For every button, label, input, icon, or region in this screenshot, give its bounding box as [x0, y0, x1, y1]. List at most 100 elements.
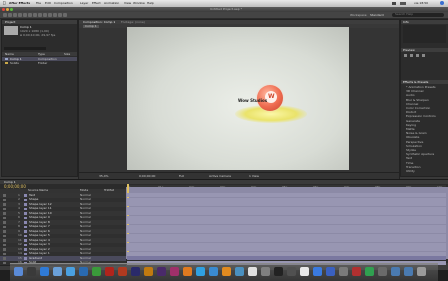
eye-icon[interactable] — [3, 194, 6, 197]
layer-duration-bar[interactable] — [127, 224, 446, 229]
eye-icon[interactable] — [3, 216, 6, 219]
layer-name[interactable]: Shape — [29, 198, 38, 201]
project-tab[interactable]: Project — [5, 20, 15, 24]
photobooth-icon[interactable] — [352, 267, 361, 276]
documents-icon[interactable] — [404, 267, 413, 276]
close-window-icon[interactable] — [2, 8, 5, 11]
firefox-icon[interactable] — [183, 267, 192, 276]
ichat-icon[interactable] — [209, 267, 218, 276]
layer-name[interactable]: Shape layer 1 — [29, 252, 50, 255]
camera-tool-icon[interactable] — [23, 13, 27, 17]
safari-icon[interactable] — [40, 267, 49, 276]
project-item[interactable]: Comp 1 Composition — [2, 57, 77, 61]
eye-icon[interactable] — [3, 234, 6, 237]
dashboard-icon[interactable] — [27, 267, 36, 276]
burn-icon[interactable] — [339, 267, 348, 276]
photoshop-icon[interactable] — [79, 267, 88, 276]
effects-category[interactable]: Text — [406, 157, 412, 160]
layer-mode[interactable]: Normal — [80, 243, 91, 246]
spotlight-icon[interactable] — [440, 1, 444, 5]
textedit-icon[interactable] — [300, 267, 309, 276]
col-source-name[interactable]: Source Name — [28, 189, 48, 192]
layer-duration-bar[interactable] — [127, 206, 446, 211]
eye-icon[interactable] — [3, 252, 6, 255]
eye-icon[interactable] — [3, 225, 6, 228]
zoom-window-icon[interactable] — [10, 8, 13, 11]
illustrator-icon[interactable] — [144, 267, 153, 276]
layer-duration-bar[interactable] — [127, 233, 446, 238]
resolution-select[interactable]: Full — [179, 175, 184, 178]
text-tool-icon[interactable] — [43, 13, 47, 17]
col-mode[interactable]: Mode — [80, 189, 88, 192]
zoom-tool-icon[interactable] — [13, 13, 17, 17]
eye-icon[interactable] — [3, 221, 6, 224]
clock[interactable]: vie 18:50 — [414, 1, 428, 5]
dreamweaver-icon[interactable] — [92, 267, 101, 276]
workspace-select[interactable]: Standard — [370, 13, 384, 17]
layer-duration-bar[interactable] — [127, 242, 446, 247]
flash-icon[interactable] — [118, 267, 127, 276]
app-name[interactable]: After Effects — [9, 1, 30, 5]
effects-category[interactable]: Utility — [406, 170, 415, 173]
activity-monitor-icon[interactable] — [287, 267, 296, 276]
col-type[interactable]: Type — [38, 52, 45, 56]
layer-duration-bar[interactable] — [127, 247, 446, 252]
eye-icon[interactable] — [3, 243, 6, 246]
terminal-icon[interactable] — [274, 267, 283, 276]
col-trkmat[interactable]: TrkMat — [104, 189, 114, 192]
zoom-select[interactable]: 35,4% — [99, 175, 109, 178]
apple-icon[interactable]:  — [3, 1, 5, 5]
effects-category[interactable]: Expression Controls — [406, 115, 436, 118]
skype-icon[interactable] — [196, 267, 205, 276]
trash-icon[interactable] — [417, 267, 426, 276]
finder-icon[interactable] — [14, 267, 23, 276]
timecode-display[interactable]: 0;00;00;00 — [139, 175, 155, 178]
last-frame-icon[interactable] — [416, 54, 419, 57]
app-store-icon[interactable] — [313, 267, 322, 276]
after-effects-icon[interactable] — [131, 267, 140, 276]
layer-duration-bar[interactable] — [127, 197, 446, 202]
system-preferences-icon[interactable] — [261, 267, 270, 276]
eraser-tool-icon[interactable] — [58, 13, 62, 17]
eye-icon[interactable] — [3, 207, 6, 210]
layer-mode[interactable]: Normal — [80, 225, 91, 228]
layer-duration-bar[interactable] — [127, 238, 446, 243]
pan-behind-tool-icon[interactable] — [28, 13, 32, 17]
menu-layer[interactable]: Layer — [80, 1, 88, 5]
layer-duration-bar[interactable] — [127, 193, 446, 198]
eye-icon[interactable] — [3, 248, 6, 251]
layer-mode[interactable]: Normal — [80, 207, 91, 210]
first-frame-icon[interactable] — [404, 54, 407, 57]
view-layout-select[interactable]: 1 View — [249, 175, 259, 178]
effects-category[interactable]: Audio — [406, 94, 415, 97]
mail-icon[interactable] — [53, 267, 62, 276]
layer-name[interactable]: Shape layer 7 — [29, 225, 50, 228]
layer-mode[interactable]: Normal — [80, 252, 91, 255]
brush-tool-icon[interactable] — [48, 13, 52, 17]
selection-tool-icon[interactable] — [3, 13, 7, 17]
calendar-icon[interactable] — [248, 267, 257, 276]
menu-view[interactable]: View — [124, 1, 131, 5]
pen-tool-icon[interactable] — [38, 13, 42, 17]
itunes-icon[interactable] — [66, 267, 75, 276]
layer-duration-bar[interactable] — [127, 215, 446, 220]
layer-mode[interactable]: Normal — [80, 234, 91, 237]
layer-duration-bar[interactable] — [127, 211, 446, 216]
effects-category[interactable]: Obsolete — [406, 136, 419, 139]
menu-edit[interactable]: Edit — [45, 1, 51, 5]
eye-icon[interactable] — [3, 212, 6, 215]
hand-tool-icon[interactable] — [8, 13, 12, 17]
col-name[interactable]: Name — [5, 52, 14, 56]
menu-file[interactable]: File — [36, 1, 41, 5]
info-tab[interactable]: Info — [403, 20, 409, 24]
comp-nav-button[interactable]: Comp 1 — [83, 24, 99, 28]
eye-icon[interactable] — [3, 203, 6, 206]
eye-icon[interactable] — [3, 261, 6, 264]
menu-window[interactable]: Window — [133, 1, 145, 5]
layer-duration-bar[interactable] — [127, 251, 446, 256]
minimize-window-icon[interactable] — [6, 8, 9, 11]
effects-tab[interactable]: Effects & Presets — [403, 80, 428, 84]
utility-icon[interactable] — [378, 267, 387, 276]
layer-duration-bar[interactable] — [127, 256, 446, 261]
layer-name[interactable]: Shape layer 9 — [29, 216, 50, 219]
